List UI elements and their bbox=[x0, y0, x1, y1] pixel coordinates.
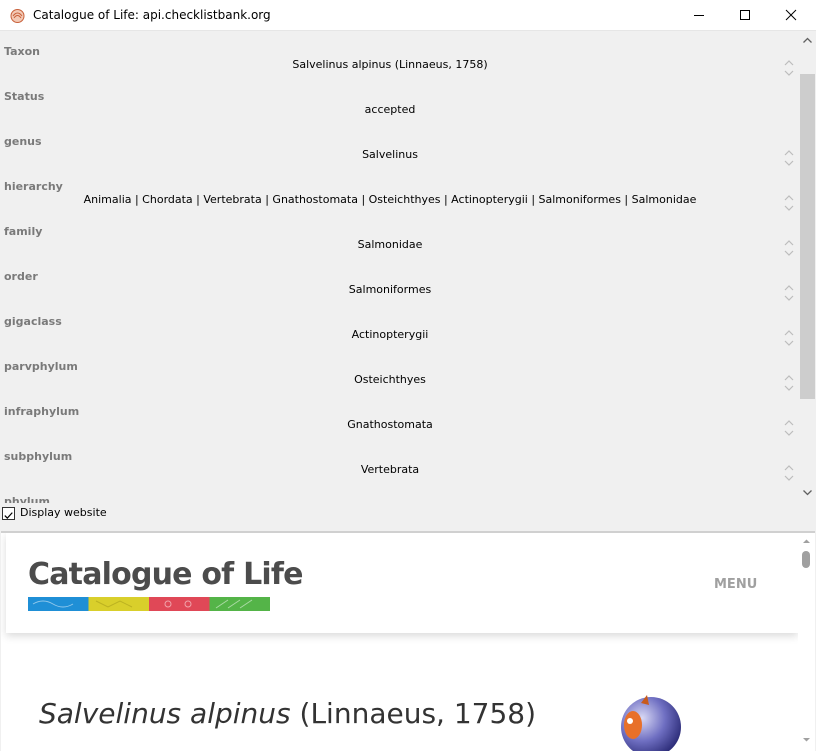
property-label: parvphylum bbox=[4, 360, 78, 373]
scroll-up-arrow-icon[interactable] bbox=[802, 35, 813, 46]
property-value[interactable]: Salvelinus bbox=[0, 148, 780, 161]
spin-arrows-icon[interactable] bbox=[783, 282, 795, 304]
property-row-subphylum: subphylum Vertebrata bbox=[0, 440, 800, 485]
property-label: Status bbox=[4, 90, 45, 103]
property-label: genus bbox=[4, 135, 42, 148]
maximize-button[interactable] bbox=[722, 0, 768, 30]
property-list-scrollbar[interactable] bbox=[799, 31, 816, 503]
property-row-order: order Salmoniformes bbox=[0, 260, 800, 305]
property-value[interactable]: Osteichthyes bbox=[0, 373, 780, 386]
close-icon bbox=[785, 9, 797, 21]
property-value[interactable]: Animalia | Chordata | Vertebrata | Gnath… bbox=[0, 193, 780, 206]
minimize-icon bbox=[694, 15, 704, 16]
property-label: Taxon bbox=[4, 45, 40, 58]
spin-arrows-icon[interactable] bbox=[783, 192, 795, 214]
property-value[interactable]: Salmoniformes bbox=[0, 283, 780, 296]
property-row-phylum: phylum bbox=[0, 485, 800, 503]
property-row-parvphylum: parvphylum Osteichthyes bbox=[0, 350, 800, 395]
minimize-button[interactable] bbox=[676, 0, 722, 30]
property-value[interactable]: Actinopterygii bbox=[0, 328, 780, 341]
maximize-icon bbox=[740, 10, 750, 20]
spin-arrows-icon[interactable] bbox=[783, 372, 795, 394]
window-title: Catalogue of Life: api.checklistbank.org bbox=[33, 8, 271, 22]
scroll-down-arrow-icon[interactable] bbox=[802, 487, 813, 498]
property-label: infraphylum bbox=[4, 405, 80, 418]
display-website-toggle[interactable]: Display website bbox=[0, 504, 300, 522]
species-name: Salvelinus alpinus bbox=[39, 697, 291, 730]
spin-arrows-icon[interactable] bbox=[783, 462, 795, 484]
window-titlebar: Catalogue of Life: api.checklistbank.org bbox=[0, 0, 816, 31]
spin-arrows-icon[interactable] bbox=[783, 417, 795, 439]
logo-color-bar bbox=[28, 597, 270, 611]
property-row-gigaclass: gigaclass Actinopterygii bbox=[0, 305, 800, 350]
species-author: (Linnaeus, 1758) bbox=[299, 697, 537, 730]
website-scrollbar[interactable] bbox=[798, 533, 815, 751]
property-label: order bbox=[4, 270, 38, 283]
spin-arrows-icon[interactable] bbox=[783, 327, 795, 349]
property-row-infraphylum: infraphylum Gnathostomata bbox=[0, 395, 800, 440]
property-row-status: Status accepted bbox=[0, 80, 800, 125]
property-label: hierarchy bbox=[4, 180, 63, 193]
property-row-family: family Salmonidae bbox=[0, 215, 800, 260]
property-row-taxon: Taxon Salvelinus alpinus (Linnaeus, 1758… bbox=[0, 35, 800, 80]
site-header: Catalogue of Life MENU bbox=[6, 533, 798, 633]
property-value[interactable]: Vertebrata bbox=[0, 463, 780, 476]
species-heading: Salvelinus alpinus (Linnaeus, 1758) bbox=[39, 697, 536, 730]
property-label: subphylum bbox=[4, 450, 73, 463]
property-label: family bbox=[4, 225, 43, 238]
site-menu-link[interactable]: MENU bbox=[714, 577, 757, 592]
property-list: Taxon Salvelinus alpinus (Linnaeus, 1758… bbox=[0, 31, 816, 503]
property-label: gigaclass bbox=[4, 315, 62, 328]
property-value[interactable]: accepted bbox=[0, 103, 780, 116]
spin-arrows-icon[interactable] bbox=[783, 147, 795, 169]
display-website-checkbox[interactable] bbox=[2, 507, 15, 520]
checkmark-icon bbox=[4, 512, 13, 519]
spin-arrows-icon[interactable] bbox=[783, 57, 795, 79]
website-view: Catalogue of Life MENU Salvelinus alpinu… bbox=[1, 531, 815, 751]
display-website-label[interactable]: Display website bbox=[20, 506, 107, 519]
spin-arrows-icon[interactable] bbox=[783, 237, 795, 259]
close-button[interactable] bbox=[768, 0, 814, 30]
scroll-down-arrow-icon[interactable] bbox=[801, 734, 812, 745]
property-label: phylum bbox=[4, 495, 50, 503]
property-value[interactable]: Salmonidae bbox=[0, 238, 780, 251]
property-row-hierarchy: hierarchy Animalia | Chordata | Vertebra… bbox=[0, 170, 800, 215]
property-value[interactable]: Salvelinus alpinus (Linnaeus, 1758) bbox=[0, 58, 780, 71]
shell-icon bbox=[10, 9, 25, 23]
scroll-up-arrow-icon[interactable] bbox=[801, 536, 812, 547]
globe-icon bbox=[621, 695, 681, 751]
site-logo[interactable]: Catalogue of Life bbox=[28, 557, 303, 592]
property-value[interactable]: Gnathostomata bbox=[0, 418, 780, 431]
scrollbar-thumb[interactable] bbox=[802, 551, 810, 568]
scrollbar-thumb[interactable] bbox=[800, 74, 815, 399]
property-row-genus: genus Salvelinus bbox=[0, 125, 800, 170]
